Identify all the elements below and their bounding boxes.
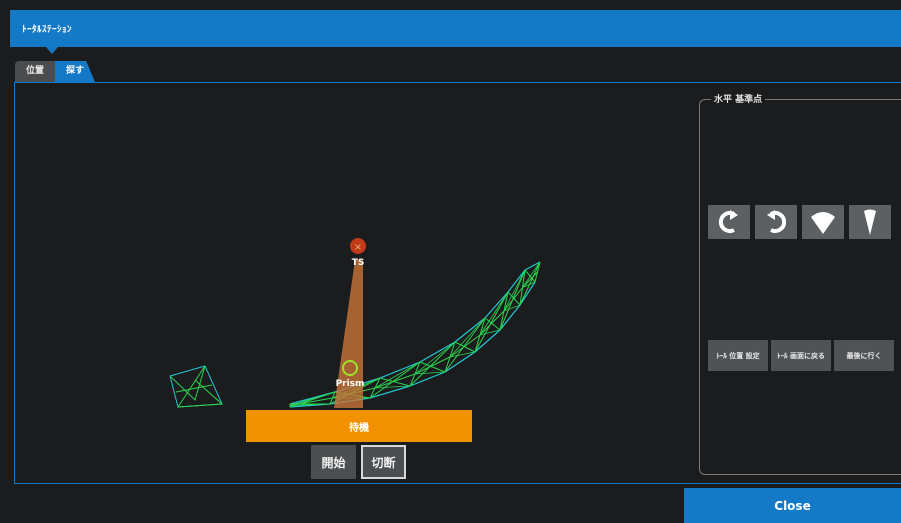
narrow-beam-icon bbox=[864, 209, 876, 235]
ts-label: TS bbox=[352, 258, 365, 268]
wide-beam-icon bbox=[811, 212, 835, 234]
rotate-left-icon bbox=[718, 210, 738, 233]
start-button[interactable]: 開始 bbox=[311, 445, 356, 479]
wide-beam-button[interactable] bbox=[802, 205, 844, 239]
rotate-left-button[interactable] bbox=[708, 205, 750, 239]
go-last-button[interactable]: 最後に行く bbox=[834, 340, 894, 371]
horizontal-panel bbox=[699, 99, 901, 475]
status-standby-bar: 待機 bbox=[246, 410, 472, 442]
ts-marker-cross: × bbox=[354, 242, 362, 253]
prism-label: Prism bbox=[336, 379, 365, 389]
horizontal-panel-title: 水平 基準点 bbox=[711, 92, 766, 105]
close-button[interactable]: Close bbox=[684, 488, 901, 523]
rotate-right-icon bbox=[767, 210, 787, 233]
rotate-right-button[interactable] bbox=[755, 205, 797, 239]
side-mesh bbox=[169, 365, 224, 408]
cut-button[interactable]: 切断 bbox=[361, 445, 406, 479]
road-mesh bbox=[289, 261, 541, 408]
narrow-beam-button[interactable] bbox=[849, 205, 891, 239]
set-position-button[interactable]: ﾄｰﾙ 位置 設定 bbox=[708, 340, 768, 371]
return-screen-button[interactable]: ﾄｰﾙ 画面に戻る bbox=[771, 340, 831, 371]
